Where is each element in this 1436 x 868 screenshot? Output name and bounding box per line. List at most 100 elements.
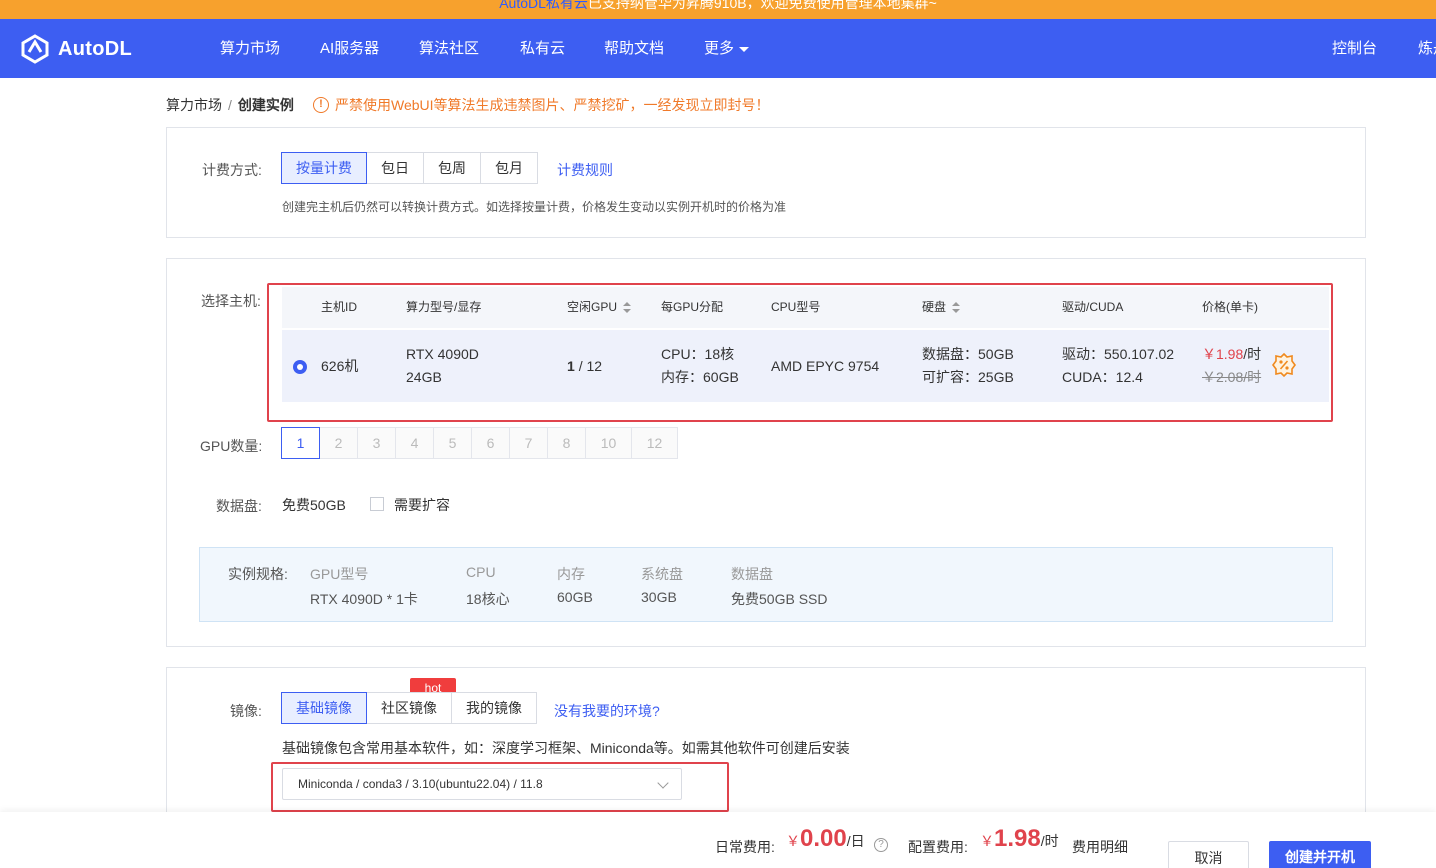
discount-badge-icon (1272, 352, 1296, 378)
config-amount: 1.98 (994, 825, 1041, 852)
spec-mem-value: 60GB (557, 589, 593, 605)
instance-spec-panel: 实例规格: GPU型号 RTX 4090D * 1卡 CPU 18核心 内存 6… (199, 547, 1333, 622)
gpu-count-option[interactable]: 3 (357, 427, 396, 459)
chevron-down-icon (657, 777, 669, 789)
gpu-count-option[interactable]: 12 (631, 427, 678, 459)
spec-data-key: 数据盘 (731, 566, 773, 582)
image-label: 镜像: (230, 703, 262, 719)
disk-data: 数据盘：50GB (922, 346, 1014, 362)
create-and-start-button[interactable]: 创建并开机 (1269, 841, 1371, 868)
gpu-count-option[interactable]: 4 (395, 427, 434, 459)
spec-sys-key: 系统盘 (641, 566, 683, 582)
billing-rules-link[interactable]: 计费规则 (557, 160, 613, 180)
billing-option-hourly[interactable]: 按量计费 (281, 152, 367, 184)
warning-notice: ! 严禁使用WebUI等算法生成违禁图片、严禁挖矿，一经发现立即封号！ (313, 95, 770, 115)
image-select[interactable]: Miniconda / conda3 / 3.10(ubuntu22.04) /… (282, 768, 682, 800)
col-disk-label: 硬盘 (922, 300, 947, 314)
total-gpu: / 12 (578, 358, 603, 374)
nav-item-community[interactable]: 算法社区 (419, 19, 479, 78)
nav-user[interactable]: 炼丹 (1418, 19, 1436, 78)
col-gpu-model: 算力型号/显存 (406, 300, 482, 314)
billing-label: 计费方式: (202, 162, 262, 178)
nav-console[interactable]: 控制台 (1332, 19, 1377, 78)
missing-env-link[interactable]: 没有我要的环境? (554, 701, 660, 721)
cpu-model: AMD EPYC 9754 (771, 358, 880, 374)
help-icon[interactable]: ? (874, 838, 888, 852)
gpu-mem: 24GB (406, 369, 442, 385)
host-id[interactable]: 626机 (321, 355, 358, 378)
col-cpu-model: CPU型号 (771, 300, 821, 314)
config-unit: /时 (1040, 833, 1059, 849)
warning-icon: ! (313, 97, 329, 113)
data-disk-free: 免费50GB (282, 497, 346, 513)
spec-cpu-key: CPU (466, 564, 496, 580)
gpu-count-selector: 1 2 3 4 5 6 7 8 10 12 (281, 427, 678, 459)
free-gpu: 1 / 12 (567, 355, 602, 378)
mem-alloc: 内存：60GB (661, 369, 739, 385)
free-gpu-count: 1 (567, 358, 575, 374)
daily-unit: /日 (846, 833, 865, 849)
col-host-id: 主机ID (321, 300, 358, 314)
spec-mem-key: 内存 (557, 566, 585, 582)
cpu-alloc: CPU：18核 (661, 346, 735, 362)
sort-icon[interactable] (952, 302, 961, 314)
tab-base-image[interactable]: 基础镜像 (281, 692, 367, 724)
host-row[interactable]: 626机 RTX 4090D 24GB 1 / 12 CPU：18核 内存：60… (282, 330, 1329, 402)
nav-item-docs[interactable]: 帮助文档 (604, 19, 664, 78)
billing-option-weekly[interactable]: 包周 (423, 152, 481, 184)
breadcrumb-current: 创建实例 (237, 97, 294, 113)
cost-detail-link[interactable]: 费用明细 (1072, 837, 1128, 857)
image-hint: 基础镜像包含常用基本软件，如：深度学习框架、Miniconda等。如需其他软件可… (282, 740, 850, 756)
spec-cpu-value: 18核心 (466, 591, 510, 607)
tab-my-image[interactable]: 我的镜像 (451, 692, 537, 724)
daily-currency: ￥ (786, 833, 800, 849)
gpu-count-option[interactable]: 5 (433, 427, 472, 459)
data-disk-label: 数据盘: (216, 498, 262, 514)
spec-gpu-key: GPU型号 (310, 566, 369, 582)
image-select-value: Miniconda / conda3 / 3.10(ubuntu22.04) /… (298, 777, 543, 791)
expand-label[interactable]: 需要扩容 (394, 495, 450, 515)
announcement-brand-link[interactable]: AutoDL私有云 (499, 0, 588, 11)
daily-amount: 0.00 (800, 825, 847, 852)
caret-down-icon (739, 46, 750, 52)
spec-data-value: 免费50GB SSD (731, 591, 828, 607)
gpu-model: RTX 4090D (406, 346, 479, 362)
gpu-count-option[interactable]: 7 (509, 427, 548, 459)
spec-sys-value: 30GB (641, 589, 677, 605)
nav-more-label: 更多 (704, 40, 735, 57)
col-free-gpu[interactable]: 空闲GPU (567, 287, 632, 328)
config-cost-label: 配置费用: (908, 839, 968, 855)
config-cost: ￥1.98/时 (980, 825, 1059, 853)
cancel-button[interactable]: 取消 (1168, 841, 1249, 868)
spec-gpu-value: RTX 4090D * 1卡 (310, 591, 418, 607)
announcement-text: 已支持纳管华为昇腾910B，欢迎免费使用管理本地集群~ (587, 0, 937, 11)
breadcrumb-parent[interactable]: 算力市场 (166, 97, 222, 113)
sort-icon[interactable] (623, 302, 632, 314)
autodl-logo-icon (21, 34, 49, 64)
breadcrumb-separator: / (228, 97, 232, 113)
logo[interactable]: AutoDL (20, 34, 132, 64)
gpu-count-option[interactable]: 8 (547, 427, 586, 459)
col-per-gpu: 每GPU分配 (661, 300, 724, 314)
col-price: 价格(单卡) (1202, 300, 1258, 314)
nav-item-private-cloud[interactable]: 私有云 (520, 19, 565, 78)
image-tabs: 基础镜像 社区镜像 我的镜像 (281, 692, 537, 724)
billing-hint: 创建完主机后仍然可以转换计费方式。如选择按量计费，价格发生变动以实例开机时的价格… (282, 200, 787, 214)
gpu-count-option[interactable]: 10 (585, 427, 632, 459)
nav-item-more[interactable]: 更多 (704, 19, 750, 78)
tab-community-image[interactable]: 社区镜像 (366, 692, 452, 724)
expand-checkbox[interactable] (370, 497, 384, 511)
nav-item-ai-server[interactable]: AI服务器 (320, 19, 379, 78)
gpu-count-label: GPU数量: (200, 438, 263, 454)
price-unit: /时 (1243, 346, 1262, 362)
gpu-count-option[interactable]: 1 (281, 427, 320, 459)
nav-item-market[interactable]: 算力市场 (220, 19, 280, 78)
billing-options: 按量计费 包日 包周 包月 (281, 152, 538, 184)
billing-option-daily[interactable]: 包日 (366, 152, 424, 184)
announcement-bar: AutoDL私有云已支持纳管华为昇腾910B，欢迎免费使用管理本地集群~ (0, 0, 1436, 19)
gpu-count-option[interactable]: 6 (471, 427, 510, 459)
col-disk[interactable]: 硬盘 (922, 287, 961, 328)
gpu-count-option[interactable]: 2 (319, 427, 358, 459)
host-radio-selected[interactable] (293, 360, 307, 374)
billing-option-monthly[interactable]: 包月 (480, 152, 538, 184)
